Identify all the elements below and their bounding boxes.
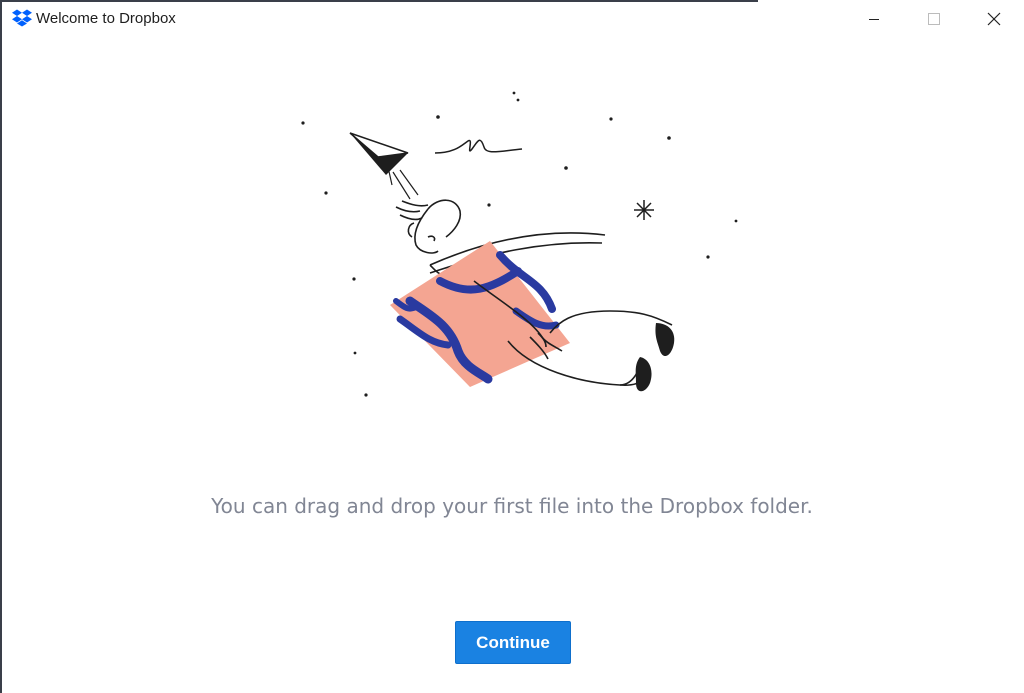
- maximize-button[interactable]: [904, 2, 964, 36]
- maximize-icon: [928, 13, 940, 25]
- close-icon: [987, 12, 1001, 26]
- paper-plane: [349, 132, 419, 200]
- gift-box: [390, 241, 570, 387]
- person-shoes: [635, 323, 675, 392]
- window-title: Welcome to Dropbox: [36, 10, 176, 27]
- flying-person-with-box-illustration: [301, 91, 738, 397]
- asterisk-star: [634, 200, 654, 220]
- person-head: [395, 199, 462, 254]
- welcome-message: You can drag and drop your first file in…: [211, 494, 813, 518]
- loop-line: [434, 139, 523, 154]
- close-button[interactable]: [964, 2, 1024, 36]
- window-border-left: [0, 0, 2, 693]
- dropbox-welcome-window: Welcome to Dropbox You can drag and drop…: [0, 0, 1024, 693]
- minimize-icon: [869, 19, 879, 20]
- minimize-button[interactable]: [844, 2, 904, 36]
- dropbox-logo-icon: [12, 9, 32, 27]
- continue-button[interactable]: Continue: [455, 621, 571, 664]
- window-controls: [844, 2, 1024, 36]
- title-bar[interactable]: Welcome to Dropbox: [2, 2, 1024, 36]
